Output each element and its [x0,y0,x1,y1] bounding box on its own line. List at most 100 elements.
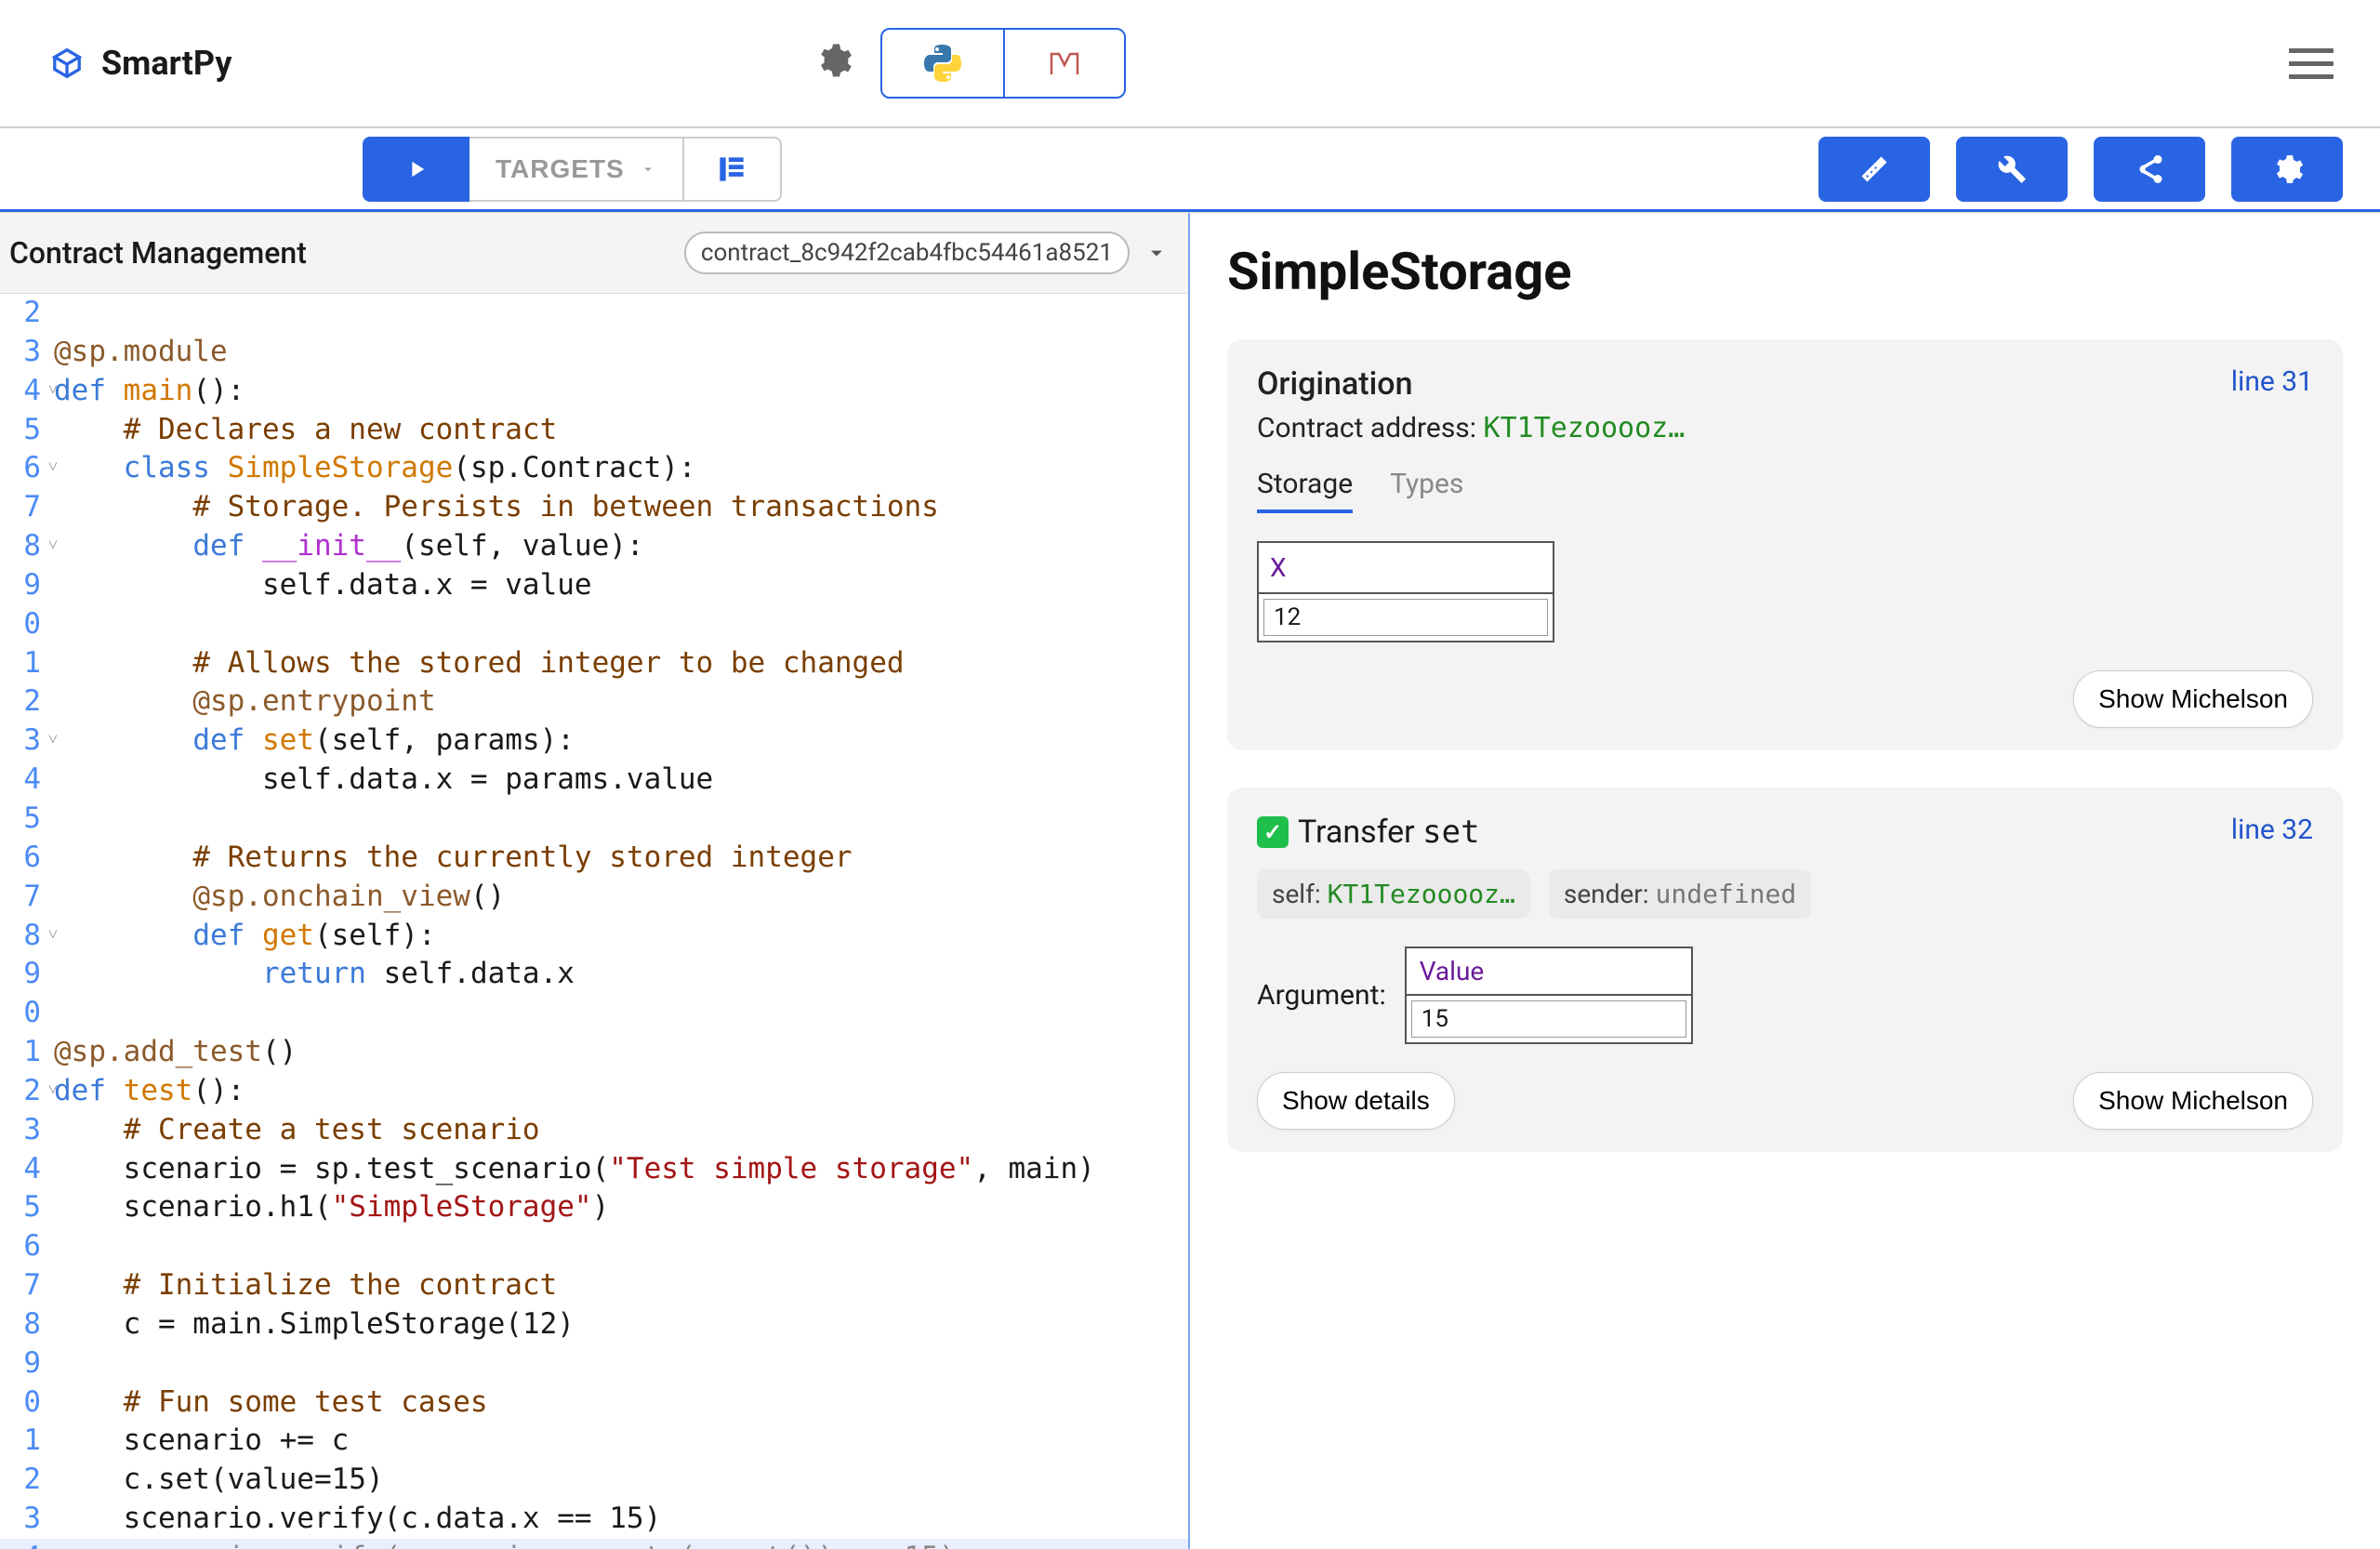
code-line[interactable]: 6 [0,1227,1188,1266]
code-line[interactable]: 0 [0,605,1188,644]
line-number: 0 [2,994,54,1033]
show-michelson-button[interactable]: Show Michelson [2073,670,2313,728]
code-text: # Create a test scenario [54,1111,540,1150]
line-number: 5 [2,1188,54,1227]
code-text: scenario.verify(scenario.compute(c.get()… [54,1539,957,1549]
trash-panel-icon [714,152,749,187]
code-line[interactable]: 9 return self.data.x [0,955,1188,994]
code-line[interactable]: 7 # Storage. Persists in between transac… [0,488,1188,527]
code-line[interactable]: 0 # Fun some test cases [0,1384,1188,1423]
brand-logo[interactable]: SmartPy [46,43,231,84]
code-line[interactable]: 6 # Returns the currently stored integer [0,839,1188,878]
line-number: 5 [2,411,54,450]
code-text: return self.data.x [54,955,575,994]
top-header: SmartPy [0,0,2380,128]
code-line[interactable]: 4 self.data.x = params.value [0,761,1188,800]
contract-bar: Contract Management contract_8c942f2cab4… [0,213,1188,294]
settings-button[interactable] [2231,137,2343,202]
code-line[interactable]: 8 def __init__(self, value): [0,527,1188,566]
code-line[interactable]: 3 # Create a test scenario [0,1111,1188,1150]
menu-icon[interactable] [2289,48,2334,79]
line-number: 7 [2,878,54,917]
line-number: 5 [2,800,54,839]
code-line[interactable]: 3 def set(self, params): [0,722,1188,761]
code-text: scenario += c [54,1422,349,1461]
code-line[interactable]: 2 [0,294,1188,333]
ruler-button[interactable] [1818,137,1930,202]
run-button[interactable] [363,137,469,202]
sender-chip[interactable]: sender: undefined [1549,869,1811,919]
output-pane: SimpleStorage Origination Contract addre… [1190,213,2380,1549]
show-michelson-button[interactable]: Show Michelson [2073,1072,2313,1130]
line-number: 6 [2,839,54,878]
code-text: def main(): [54,372,245,411]
code-line[interactable]: 2 c.set(value=15) [0,1461,1188,1500]
storage-value: 12 [1263,599,1548,636]
wrench-icon [1995,152,2029,186]
code-line[interactable]: 0 [0,994,1188,1033]
code-line[interactable]: 4def main(): [0,372,1188,411]
code-line[interactable]: 7 # Initialize the contract [0,1266,1188,1305]
code-text [54,800,262,839]
code-line[interactable]: 1 scenario += c [0,1422,1188,1461]
chevron-down-icon [1144,240,1170,266]
share-button[interactable] [2094,137,2205,202]
origination-line-ref[interactable]: line 31 [2231,365,2313,398]
code-line[interactable]: 8 def get(self): [0,917,1188,956]
line-number: 6 [2,1227,54,1266]
code-line[interactable]: 2def test(): [0,1072,1188,1111]
contract-select[interactable]: contract_8c942f2cab4fbc54461a8521 [684,232,1170,274]
code-text: # Returns the currently stored integer [54,839,853,878]
python-lang-button[interactable] [882,30,1003,97]
code-line[interactable]: 5 # Declares a new contract [0,411,1188,450]
code-line[interactable]: 2 @sp.entrypoint [0,682,1188,722]
code-line[interactable]: 4 scenario.verify(scenario.compute(c.get… [0,1539,1188,1549]
argument-label: Argument: [1257,979,1386,1012]
code-line[interactable]: 9 [0,1344,1188,1384]
line-number: 4 [2,1539,54,1549]
play-icon [403,156,430,182]
code-text: # Initialize the contract [54,1266,557,1305]
code-line[interactable]: 3 scenario.verify(c.data.x == 15) [0,1500,1188,1539]
targets-dropdown[interactable]: TARGETS [469,137,684,202]
code-text: # Declares a new contract [54,411,557,450]
line-number: 1 [2,1033,54,1072]
code-line[interactable]: 6 class SimpleStorage(sp.Contract): [0,449,1188,488]
michelson-lang-button[interactable] [1003,30,1124,97]
line-number: 8 [2,527,54,566]
argument-key: Value [1407,948,1691,996]
code-text: scenario.verify(c.data.x == 15) [54,1500,661,1539]
code-text: c = main.SimpleStorage(12) [54,1305,575,1344]
line-number: 7 [2,488,54,527]
code-line[interactable]: 3@sp.module [0,333,1188,372]
contract-address[interactable]: KT1Tezooooz… [1484,412,1686,444]
settings-icon[interactable] [813,41,853,86]
code-line[interactable]: 9 self.data.x = value [0,566,1188,605]
self-chip[interactable]: self: KT1Tezooooz… [1257,869,1530,919]
transfer-line-ref[interactable]: line 32 [2231,814,2313,846]
show-details-button[interactable]: Show details [1257,1072,1455,1130]
line-number: 3 [2,333,54,372]
line-number: 0 [2,605,54,644]
code-line[interactable]: 1 # Allows the stored integer to be chan… [0,644,1188,683]
chevron-down-icon [640,161,656,178]
wrench-button[interactable] [1956,137,2068,202]
code-line[interactable]: 5 scenario.h1("SimpleStorage") [0,1188,1188,1227]
tab-types[interactable]: Types [1390,468,1463,513]
code-text: def get(self): [54,917,436,956]
code-text: def set(self, params): [54,722,575,761]
code-text [54,1227,124,1266]
code-line[interactable]: 8 c = main.SimpleStorage(12) [0,1305,1188,1344]
code-line[interactable]: 1@sp.add_test() [0,1033,1188,1072]
line-number: 9 [2,1344,54,1384]
code-line[interactable]: 4 scenario = sp.test_scenario("Test simp… [0,1150,1188,1189]
code-line[interactable]: 5 [0,800,1188,839]
code-text: # Storage. Persists in between transacti… [54,488,939,527]
clear-output-button[interactable] [684,137,782,202]
output-title: SimpleStorage [1227,241,2343,302]
code-editor[interactable]: 23@sp.module4def main():5 # Declares a n… [0,294,1188,1549]
code-line[interactable]: 7 @sp.onchain_view() [0,878,1188,917]
tab-storage[interactable]: Storage [1257,468,1353,513]
michelson-icon [1046,45,1083,82]
code-text: self.data.x = params.value [54,761,713,800]
